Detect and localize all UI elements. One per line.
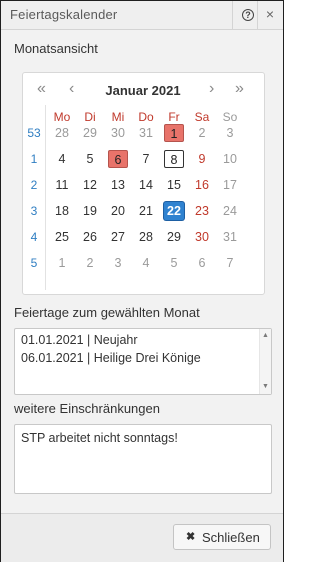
restrictions-text: STP arbeitet nicht sonntags!: [21, 431, 178, 445]
calendar-day[interactable]: 28: [136, 228, 156, 246]
calendar-day[interactable]: 2: [80, 254, 100, 272]
help-icon[interactable]: ?: [242, 9, 254, 21]
calendar-day[interactable]: 9: [192, 150, 212, 168]
calendar-day[interactable]: 6: [108, 150, 128, 168]
holidays-scrollbar[interactable]: ▲ ▼: [259, 329, 271, 394]
month-view-label: Monatsansicht: [14, 41, 98, 56]
calendar-day[interactable]: 21: [136, 202, 156, 220]
title-bar: Feiertagskalender ? ×: [1, 1, 283, 30]
week-number[interactable]: 2: [26, 178, 42, 192]
calendar-day[interactable]: 3: [220, 124, 240, 142]
calendar-day[interactable]: 1: [164, 124, 184, 142]
calendar-day[interactable]: 14: [136, 176, 156, 194]
calendar-day[interactable]: 22: [164, 202, 184, 220]
calendar: « ‹ Januar 2021 › » Mo Di Mi Do Fr Sa So 53 1 2 3 4…: [22, 72, 265, 295]
calendar-day[interactable]: 29: [164, 228, 184, 246]
calendar-day[interactable]: 30: [192, 228, 212, 246]
calendar-day[interactable]: 15: [164, 176, 184, 194]
close-icon[interactable]: ×: [263, 6, 277, 22]
close-button[interactable]: ✖ Schließen: [173, 524, 271, 550]
holidays-label: Feiertage zum gewählten Monat: [14, 305, 200, 320]
week-number[interactable]: 53: [26, 126, 42, 140]
weekday-header: So: [222, 110, 238, 124]
weekday-header: Fr: [168, 110, 180, 124]
weekday-header: Mi: [111, 110, 125, 124]
calendar-day[interactable]: 13: [108, 176, 128, 194]
close-icon: ✖: [186, 531, 196, 543]
calendar-day[interactable]: 7: [136, 150, 156, 168]
prev-month-button[interactable]: ‹: [69, 81, 74, 97]
calendar-day[interactable]: 29: [80, 124, 100, 142]
calendar-day[interactable]: 8: [164, 150, 184, 168]
title-separator: [257, 1, 258, 29]
calendar-day[interactable]: 23: [192, 202, 212, 220]
calendar-day[interactable]: 19: [80, 202, 100, 220]
calendar-day[interactable]: 10: [220, 150, 240, 168]
weekday-header: Di: [84, 110, 96, 124]
calendar-day[interactable]: 5: [164, 254, 184, 272]
holiday-calendar-dialog: Feiertagskalender ? × Monatsansicht « ‹ …: [0, 0, 284, 562]
calendar-day[interactable]: 30: [108, 124, 128, 142]
calendar-day[interactable]: 16: [192, 176, 212, 194]
calendar-day[interactable]: 28: [52, 124, 72, 142]
prev-year-button[interactable]: «: [37, 81, 46, 97]
scroll-up-icon[interactable]: ▲: [262, 332, 269, 340]
calendar-day[interactable]: 20: [108, 202, 128, 220]
calendar-day[interactable]: 17: [220, 176, 240, 194]
calendar-day[interactable]: 4: [136, 254, 156, 272]
week-number[interactable]: 4: [26, 230, 42, 244]
calendar-day[interactable]: 6: [192, 254, 212, 272]
calendar-day[interactable]: 7: [220, 254, 240, 272]
calendar-day[interactable]: 3: [108, 254, 128, 272]
dialog-title: Feiertagskalender: [10, 7, 118, 22]
calendar-day[interactable]: 2: [192, 124, 212, 142]
holiday-line: 01.01.2021 | Neujahr: [21, 333, 138, 347]
holiday-line: 06.01.2021 | Heilige Drei Könige: [21, 351, 201, 365]
next-year-button[interactable]: »: [235, 81, 244, 97]
close-button-label: Schließen: [202, 530, 260, 545]
holidays-list[interactable]: 01.01.2021 | Neujahr 06.01.2021 | Heilig…: [14, 328, 272, 395]
week-number[interactable]: 1: [26, 152, 42, 166]
calendar-day[interactable]: 11: [52, 176, 72, 194]
calendar-month-title[interactable]: Januar 2021: [78, 83, 208, 98]
calendar-day[interactable]: 12: [80, 176, 100, 194]
next-month-button[interactable]: ›: [209, 81, 214, 97]
calendar-day[interactable]: 5: [80, 150, 100, 168]
weekday-header: Mo: [53, 110, 71, 124]
dialog-footer: ✖ Schließen: [1, 513, 283, 562]
calendar-day[interactable]: 31: [220, 228, 240, 246]
dialog-content: Monatsansicht « ‹ Januar 2021 › » Mo Di Mi…: [1, 30, 283, 512]
calendar-day[interactable]: 1: [52, 254, 72, 272]
week-number[interactable]: 5: [26, 256, 42, 270]
restrictions-label: weitere Einschränkungen: [14, 401, 160, 416]
calendar-day[interactable]: 25: [52, 228, 72, 246]
restrictions-field[interactable]: STP arbeitet nicht sonntags!: [14, 424, 272, 494]
calendar-day[interactable]: 27: [108, 228, 128, 246]
week-number[interactable]: 3: [26, 204, 42, 218]
weekday-header: Do: [138, 110, 154, 124]
title-separator: [232, 1, 233, 29]
calendar-day[interactable]: 4: [52, 150, 72, 168]
calendar-day[interactable]: 26: [80, 228, 100, 246]
weekday-header: Sa: [194, 110, 210, 124]
scroll-down-icon[interactable]: ▼: [262, 383, 269, 391]
calendar-day[interactable]: 24: [220, 202, 240, 220]
calendar-day[interactable]: 31: [136, 124, 156, 142]
calendar-day[interactable]: 18: [52, 202, 72, 220]
